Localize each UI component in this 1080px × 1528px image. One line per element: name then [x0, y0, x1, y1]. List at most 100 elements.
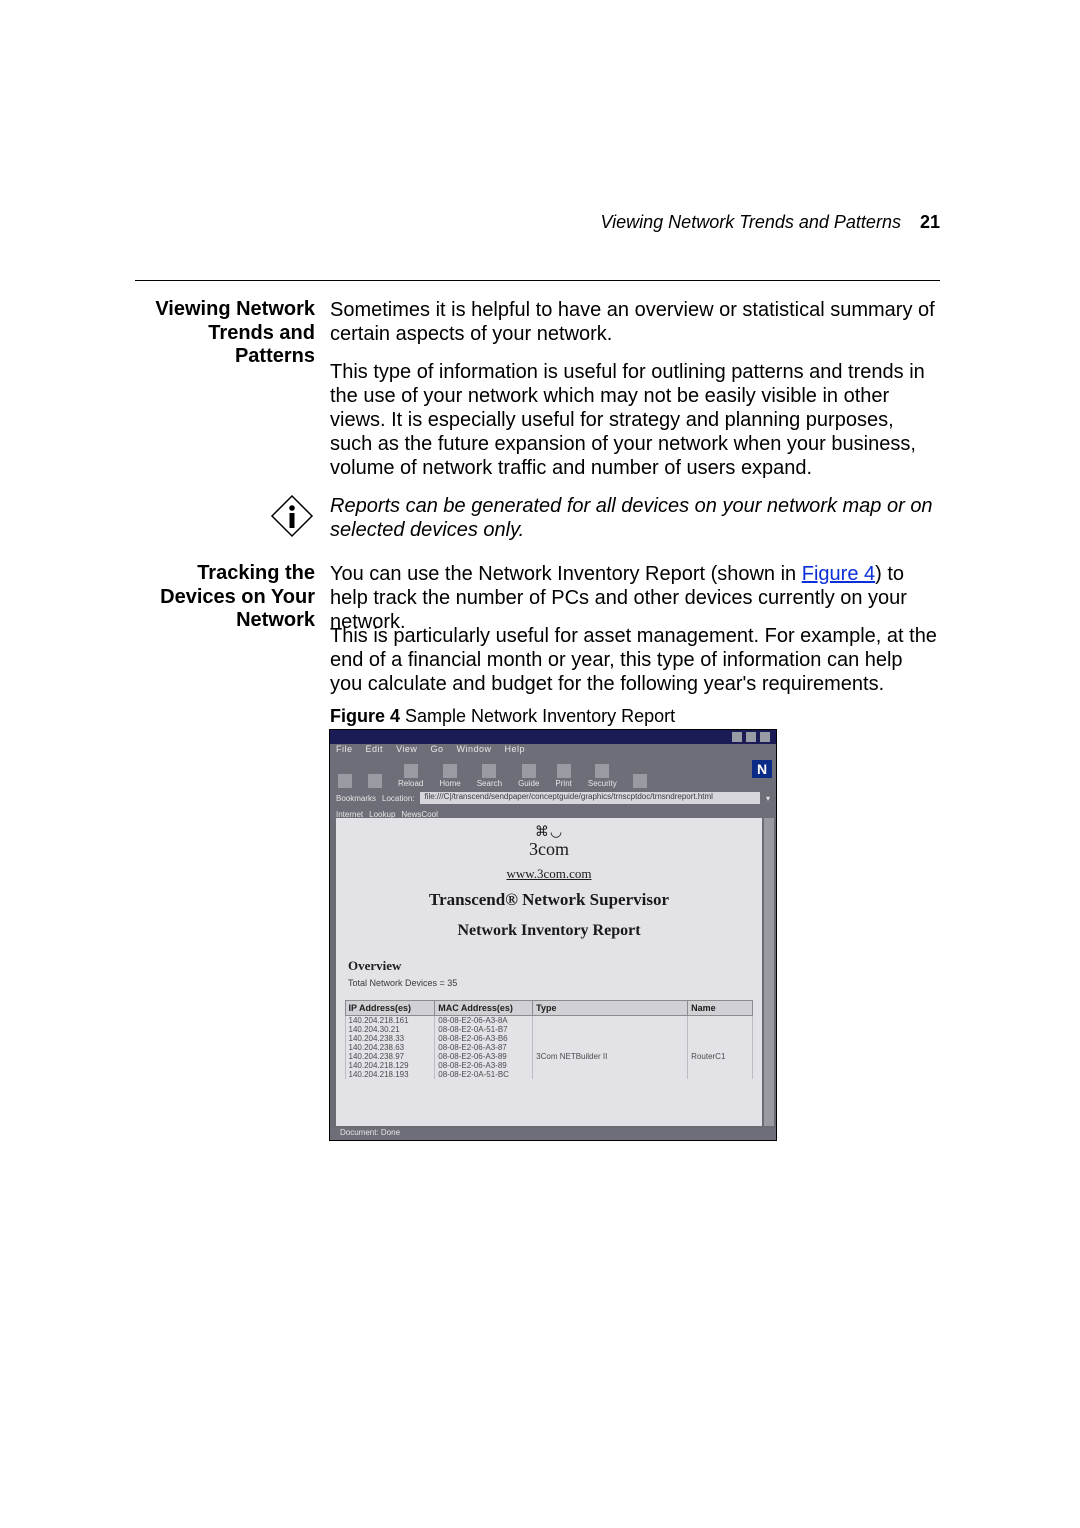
cell-ip: 140.204.238.33: [345, 1034, 435, 1043]
forward-icon: [368, 774, 382, 788]
inventory-table: IP Address(es) MAC Address(es) Type Name…: [345, 1000, 754, 1079]
tool-guide[interactable]: Guide: [518, 764, 539, 788]
table-row: 140.204.218.16108-08-E2-06-A3-8A: [345, 1016, 753, 1026]
home-icon: [443, 764, 457, 778]
figure-label: Figure 4: [330, 706, 400, 726]
tool-forward[interactable]: [368, 774, 382, 788]
window-titlebar: [330, 730, 776, 744]
table-row: 140.204.218.12908-08-E2-06-A3-89: [345, 1061, 753, 1070]
cell-type: [533, 1034, 688, 1043]
toolbar: Reload Home Search Guide Print Security: [330, 758, 776, 790]
stop-icon: [633, 774, 647, 788]
cell-name: [688, 1025, 753, 1034]
cell-type: [533, 1025, 688, 1034]
table-header-row: IP Address(es) MAC Address(es) Type Name: [345, 1001, 753, 1016]
th-mac: MAC Address(es): [435, 1001, 533, 1016]
report-product-title: Transcend® Network Supervisor: [336, 890, 762, 910]
menu-help[interactable]: Help: [505, 744, 526, 754]
th-ip: IP Address(es): [345, 1001, 435, 1016]
table-row: 140.204.218.19308-08-E2-0A-51-BC: [345, 1070, 753, 1079]
menu-window[interactable]: Window: [456, 744, 491, 754]
guide-icon: [522, 764, 536, 778]
cell-type: [533, 1043, 688, 1052]
figure-4-link[interactable]: Figure 4: [802, 563, 875, 585]
back-icon: [338, 774, 352, 788]
cell-mac: 08-08-E2-06-A3-8A: [435, 1016, 533, 1026]
cell-name: [688, 1061, 753, 1070]
tool-print[interactable]: Print: [555, 764, 571, 788]
tool-reload[interactable]: Reload: [398, 764, 423, 788]
location-label: Location:: [382, 794, 414, 803]
search-icon: [482, 764, 496, 778]
overview-total: Total Network Devices = 35: [348, 978, 762, 988]
figure-caption: Figure 4 Sample Network Inventory Report: [330, 706, 675, 727]
cell-name: [688, 1043, 753, 1052]
page-number: 21: [920, 212, 940, 232]
para-s2-1a: You can use the Network Inventory Report…: [330, 563, 802, 585]
report-title: Network Inventory Report: [336, 922, 762, 940]
cell-mac: 08-08-E2-0A-51-BC: [435, 1070, 533, 1079]
maximize-icon[interactable]: [746, 732, 756, 742]
minimize-icon[interactable]: [732, 732, 742, 742]
cell-ip: 140.204.218.161: [345, 1016, 435, 1026]
cell-ip: 140.204.218.193: [345, 1070, 435, 1079]
print-icon: [557, 764, 571, 778]
tool-security[interactable]: Security: [588, 764, 617, 788]
reload-icon: [404, 764, 418, 778]
menu-file[interactable]: File: [336, 744, 353, 754]
cell-ip: 140.204.218.129: [345, 1061, 435, 1070]
th-type: Type: [533, 1001, 688, 1016]
section-heading-viewing: Viewing Network Trends and Patterns: [135, 298, 315, 369]
cell-type: 3Com NETBuilder II: [533, 1052, 688, 1061]
th-name: Name: [688, 1001, 753, 1016]
menu-view[interactable]: View: [396, 744, 417, 754]
cell-mac: 08-08-E2-06-A3-87: [435, 1043, 533, 1052]
figure-caption-text: Sample Network Inventory Report: [400, 706, 675, 726]
para-s1-2: This type of information is useful for o…: [330, 360, 940, 480]
section-heading-tracking: Tracking the Devices on Your Network: [135, 562, 315, 633]
table-row: 140.204.238.6308-08-E2-06-A3-87: [345, 1043, 753, 1052]
cell-ip: 140.204.30.21: [345, 1025, 435, 1034]
bookmarks-button[interactable]: Bookmarks: [336, 794, 376, 803]
table-row: 140.204.238.9708-08-E2-06-A3-893Com NETB…: [345, 1052, 753, 1061]
table-row: 140.204.238.3308-08-E2-06-A3-B6: [345, 1034, 753, 1043]
close-icon[interactable]: [760, 732, 770, 742]
tool-home[interactable]: Home: [439, 764, 460, 788]
cell-type: [533, 1016, 688, 1026]
netscape-logo-icon: N: [752, 760, 772, 778]
vertical-scrollbar[interactable]: [764, 818, 774, 1126]
cell-ip: 140.204.238.63: [345, 1043, 435, 1052]
cell-name: RouterC1: [688, 1052, 753, 1061]
overview-heading: Overview: [348, 958, 762, 974]
location-field[interactable]: file:///C|/transcend/sendpaper/conceptgu…: [420, 792, 760, 804]
screenshot-browser-window: File Edit View Go Window Help Reload Hom…: [330, 730, 776, 1140]
horizontal-rule: [135, 280, 940, 281]
cell-type: [533, 1061, 688, 1070]
running-title: Viewing Network Trends and Patterns: [600, 212, 900, 232]
running-header: Viewing Network Trends and Patterns 21: [600, 212, 940, 233]
location-bar: Bookmarks Location: file:///C|/transcend…: [330, 790, 776, 806]
tool-search[interactable]: Search: [477, 764, 502, 788]
cell-type: [533, 1070, 688, 1079]
menu-go[interactable]: Go: [430, 744, 443, 754]
cell-mac: 08-08-E2-06-A3-B6: [435, 1034, 533, 1043]
note-text: Reports can be generated for all devices…: [330, 494, 940, 542]
tool-back[interactable]: [338, 774, 352, 788]
brand-text: 3com: [336, 839, 762, 860]
lock-icon: [595, 764, 609, 778]
cell-ip: 140.204.238.97: [345, 1052, 435, 1061]
para-s2-2: This is particularly useful for asset ma…: [330, 624, 940, 696]
brand-url-link[interactable]: www.3com.com: [336, 866, 762, 882]
status-bar: Document: Done: [330, 1128, 776, 1140]
cell-mac: 08-08-E2-06-A3-89: [435, 1061, 533, 1070]
tool-stop[interactable]: [633, 774, 647, 788]
cell-name: [688, 1034, 753, 1043]
report-content: ⌘◡ 3com www.3com.com Transcend® Network …: [336, 818, 762, 1126]
para-s1-1: Sometimes it is helpful to have an overv…: [330, 298, 940, 346]
cell-mac: 08-08-E2-06-A3-89: [435, 1052, 533, 1061]
location-chevron-icon[interactable]: ▾: [766, 794, 770, 803]
cell-name: [688, 1070, 753, 1079]
info-icon: [270, 494, 314, 538]
menu-edit[interactable]: Edit: [366, 744, 384, 754]
cell-name: [688, 1016, 753, 1026]
